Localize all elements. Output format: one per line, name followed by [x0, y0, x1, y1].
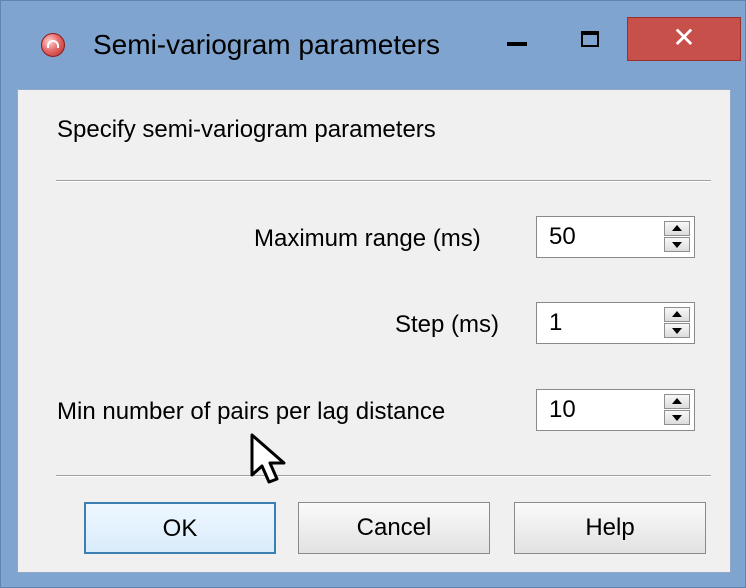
- mouse-pointer-icon: [250, 433, 286, 484]
- min-pairs-spinner[interactable]: 10: [536, 389, 695, 431]
- min-pairs-decrement-button[interactable]: [664, 410, 690, 425]
- dialog-heading: Specify semi-variogram parameters: [57, 116, 436, 143]
- min-pairs-value[interactable]: 10: [549, 397, 576, 423]
- help-button[interactable]: Help: [514, 502, 706, 554]
- maximum-range-label: Maximum range (ms): [254, 225, 481, 252]
- step-value[interactable]: 1: [549, 310, 562, 336]
- ok-button[interactable]: OK: [84, 502, 276, 554]
- close-button[interactable]: ✕: [627, 17, 741, 61]
- maximum-range-spinner[interactable]: 50: [536, 216, 695, 258]
- title-bar[interactable]: Semi-variogram parameters ✕: [1, 1, 745, 91]
- step-label: Step (ms): [395, 311, 500, 338]
- top-divider: [56, 180, 711, 182]
- bottom-divider: [56, 475, 711, 477]
- step-increment-button[interactable]: [664, 307, 690, 322]
- maximum-range-decrement-button[interactable]: [664, 237, 690, 252]
- min-pairs-increment-button[interactable]: [664, 394, 690, 409]
- maximize-button[interactable]: [567, 23, 615, 59]
- step-spinner[interactable]: 1: [536, 302, 695, 344]
- close-icon: ✕: [672, 22, 696, 53]
- minimize-icon: [507, 42, 527, 46]
- maximum-range-increment-button[interactable]: [664, 221, 690, 236]
- step-decrement-button[interactable]: [664, 323, 690, 338]
- app-icon: [41, 33, 65, 57]
- maximum-range-value[interactable]: 50: [549, 224, 576, 250]
- maximize-icon: [581, 31, 599, 47]
- cancel-button[interactable]: Cancel: [298, 502, 490, 554]
- dialog-window: Semi-variogram parameters ✕ Specify semi…: [0, 0, 746, 588]
- minimize-button[interactable]: [495, 25, 543, 61]
- window-title: Semi-variogram parameters: [93, 29, 440, 60]
- dialog-content: Specify semi-variogram parameters Maximu…: [17, 89, 731, 573]
- min-pairs-label: Min number of pairs per lag distance: [57, 398, 446, 425]
